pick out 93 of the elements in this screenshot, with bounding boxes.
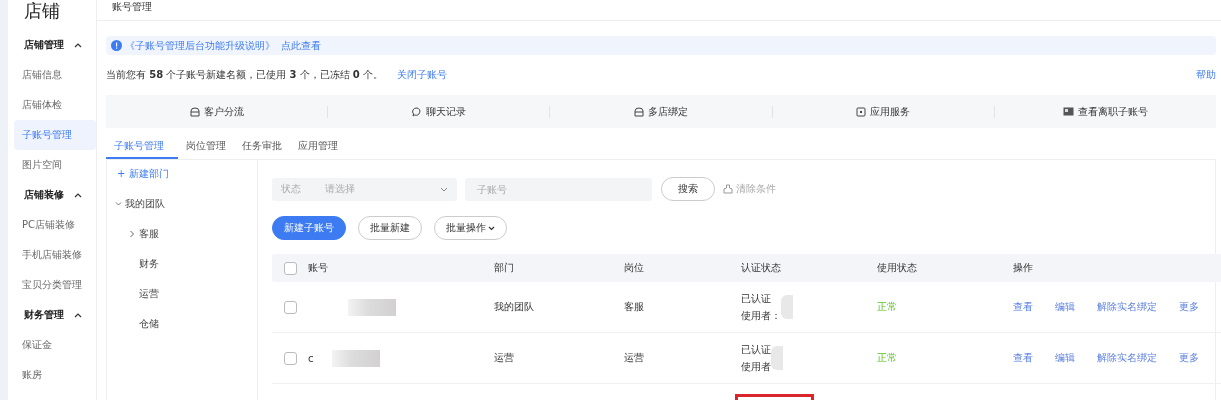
row-action-link[interactable]: 查看 xyxy=(1013,300,1033,314)
sidebar-item[interactable]: 保证金 xyxy=(14,330,96,360)
redacted-block xyxy=(348,298,396,316)
status-text: 正常 xyxy=(877,301,897,312)
tree-label: 财务 xyxy=(139,257,159,271)
tree-label: 运营 xyxy=(139,287,159,301)
row-action-link[interactable]: 更多 xyxy=(1179,300,1199,314)
sidebar-group[interactable]: 财务管理 xyxy=(18,300,96,330)
column-header: 岗位 xyxy=(624,262,644,273)
sidebar-item[interactable]: 子账号管理 xyxy=(14,120,96,150)
sidebar-item[interactable]: 账房 xyxy=(14,360,96,390)
table-cell: 我的团队 xyxy=(494,301,534,312)
feature-link[interactable]: 应用服务 xyxy=(870,104,911,119)
shop-icon xyxy=(189,106,200,117)
account-text: c xyxy=(308,352,314,364)
sidebar-item[interactable]: 图片空间 xyxy=(14,150,96,180)
tree-label: 客服 xyxy=(139,227,159,241)
batch-create-button[interactable]: 批量新建 xyxy=(358,216,422,240)
row-action-link[interactable]: 编辑 xyxy=(1055,300,1075,314)
caret-icon xyxy=(488,225,495,231)
shop-icon xyxy=(634,106,644,117)
id-card-icon xyxy=(1062,107,1074,116)
column-header: 操作 xyxy=(1013,261,1033,275)
sidebar-item[interactable]: PC店铺装修 xyxy=(14,210,96,240)
auth-status: 已认证 xyxy=(741,342,771,357)
account-input[interactable]: 子账号 xyxy=(465,177,652,201)
group-label: 财务管理 xyxy=(24,308,64,322)
notice-link[interactable]: 《子账号管理后台功能升级说明》 xyxy=(125,38,275,53)
info-icon xyxy=(111,40,122,51)
group-label: 店铺装修 xyxy=(24,188,64,202)
app-icon xyxy=(856,106,867,117)
page-title: 账号管理 xyxy=(112,0,152,14)
row-action-link[interactable]: 编辑 xyxy=(1055,351,1075,365)
caret-icon xyxy=(74,312,82,318)
row-checkbox[interactable] xyxy=(283,351,297,365)
table-cell: 客服 xyxy=(624,301,644,312)
close-subaccount-link[interactable]: 关闭子账号 xyxy=(396,68,447,82)
caret-icon xyxy=(129,230,135,238)
table-cell: 运营 xyxy=(624,352,644,363)
user-label: 使用者 xyxy=(741,359,771,374)
tree-item[interactable]: 仓储 xyxy=(107,309,257,339)
redacted-block xyxy=(331,349,380,367)
row-action-link[interactable]: 解除实名绑定 xyxy=(1097,300,1157,314)
tree-item[interactable]: 运营 xyxy=(107,279,257,309)
tab[interactable]: 应用管理 xyxy=(290,135,346,159)
batch-actions-dropdown[interactable]: 批量操作 xyxy=(434,216,507,240)
caret-icon xyxy=(74,192,82,198)
row-action-link[interactable]: 查看 xyxy=(1013,351,1033,365)
tab[interactable]: 子账号管理 xyxy=(106,135,178,159)
sidebar-group[interactable]: 店铺管理 xyxy=(18,30,96,60)
quota-text: 当前您有 58 个子账号新建名额，已使用 3 个，已冻结 0 个。 xyxy=(106,68,383,82)
caret-icon xyxy=(440,186,448,192)
table-cell: 运营 xyxy=(494,352,514,363)
row-action-link[interactable]: 更多 xyxy=(1179,351,1199,365)
tree-item[interactable]: 财务 xyxy=(107,249,257,279)
tree-label: 我的团队 xyxy=(125,197,165,211)
tree-label: 仓储 xyxy=(139,317,159,331)
sidebar-item[interactable]: 宝贝分类管理 xyxy=(14,270,96,300)
sidebar-group[interactable]: 店铺装修 xyxy=(18,180,96,210)
tree-item[interactable]: 我的团队 xyxy=(107,189,257,219)
row-checkbox[interactable] xyxy=(283,300,297,314)
caret-icon xyxy=(74,42,82,48)
eraser-icon xyxy=(723,184,733,194)
column-header: 认证状态 xyxy=(741,261,781,275)
field-label: 状态 xyxy=(281,182,301,196)
column-header: 使用状态 xyxy=(877,262,917,273)
tab[interactable]: 岗位管理 xyxy=(178,135,234,159)
feature-link[interactable]: 查看离职子账号 xyxy=(1077,104,1148,119)
sidebar-title: 店铺 xyxy=(23,0,61,23)
select-placeholder: 请选择 xyxy=(325,182,355,196)
caret-icon xyxy=(114,201,122,207)
chat-icon xyxy=(411,106,422,117)
feature-link[interactable]: 客户分流 xyxy=(203,104,244,119)
select-all-checkbox[interactable] xyxy=(283,261,297,275)
help-link[interactable]: 帮助 xyxy=(1196,68,1216,82)
sidebar-item[interactable]: 店铺信息 xyxy=(14,60,96,90)
column-header: 账号 xyxy=(308,261,328,275)
group-label: 店铺管理 xyxy=(24,38,64,52)
user-label: 使用者： xyxy=(741,308,781,323)
status-text: 正常 xyxy=(877,352,897,363)
tab[interactable]: 任务审批 xyxy=(234,135,290,159)
tree-item[interactable]: 客服 xyxy=(107,219,257,249)
sidebar-item[interactable]: 手机店铺装修 xyxy=(14,240,96,270)
new-department-link[interactable]: + 新建部门 xyxy=(107,167,257,189)
column-header: 部门 xyxy=(494,262,514,273)
new-subaccount-button[interactable]: 新建子账号 xyxy=(272,216,346,240)
sidebar-item[interactable]: 店铺体检 xyxy=(14,90,96,120)
row-action-link[interactable]: 解除实名绑定 xyxy=(1097,351,1157,365)
feature-link[interactable]: 聊天记录 xyxy=(425,104,466,119)
feature-link[interactable]: 多店绑定 xyxy=(648,104,688,119)
notice-link[interactable]: 点此查看 xyxy=(281,38,321,53)
search-button[interactable]: 搜索 xyxy=(661,177,715,201)
auth-status: 已认证 xyxy=(741,291,772,306)
